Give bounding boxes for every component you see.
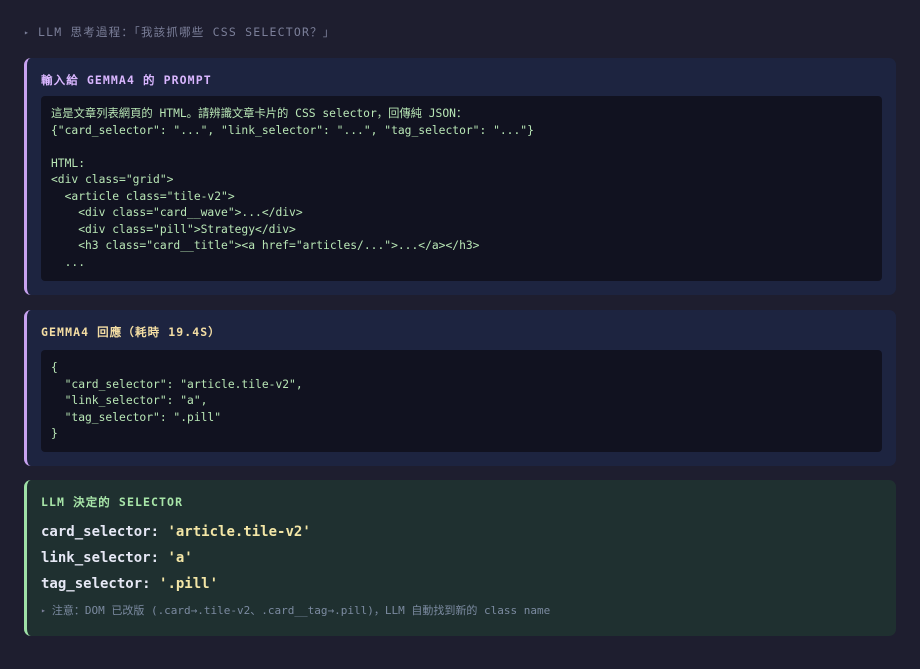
selector-row-card: card_selector: 'article.tile-v2'	[27, 519, 896, 545]
response-panel: GEMMA4 回應（耗時 19.4S） { "card_selector": "…	[24, 310, 896, 466]
prompt-panel: 輸入給 GEMMA4 的 PROMPT 這是文章列表網頁的 HTML。請辨識文章…	[24, 58, 896, 295]
thinking-process-toggle[interactable]: ▸ LLM 思考過程：「我該抓哪些 CSS SELECTOR？」	[24, 24, 335, 40]
triangle-right-icon: ▸	[24, 27, 31, 37]
prompt-code-block: 這是文章列表網頁的 HTML。請辨識文章卡片的 CSS selector，回傳純…	[41, 96, 882, 281]
selector-list: card_selector: 'article.tile-v2' link_se…	[27, 519, 896, 597]
dom-change-note-text: 注意：DOM 已改版 (.card→.tile-v2、.card__tag→.p…	[51, 604, 551, 617]
triangle-right-icon: ▸	[41, 605, 46, 615]
prompt-panel-title: 輸入給 GEMMA4 的 PROMPT	[41, 73, 212, 87]
selector-row-link: link_selector: 'a'	[27, 545, 896, 571]
decision-panel-title: LLM 決定的 SELECTOR	[41, 495, 184, 509]
response-panel-title: GEMMA4 回應（耗時 19.4S）	[41, 325, 221, 339]
selector-key: tag_selector:	[41, 576, 151, 592]
dom-change-note: ▸ 注意：DOM 已改版 (.card→.tile-v2、.card__tag→…	[27, 602, 896, 618]
decision-panel: LLM 決定的 SELECTOR card_selector: 'article…	[24, 480, 896, 636]
thinking-process-title: LLM 思考過程：「我該抓哪些 CSS SELECTOR？」	[38, 25, 336, 39]
selector-value: '.pill'	[159, 576, 219, 592]
selector-key: card_selector:	[41, 524, 160, 540]
selector-value: 'article.tile-v2'	[167, 524, 311, 540]
selector-row-tag: tag_selector: '.pill'	[27, 571, 896, 597]
selector-value: 'a'	[167, 550, 193, 566]
selector-key: link_selector:	[41, 550, 160, 566]
response-code-block: { "card_selector": "article.tile-v2", "l…	[41, 350, 882, 452]
page: ▸ LLM 思考過程：「我該抓哪些 CSS SELECTOR？」 輸入給 GEM…	[0, 0, 920, 669]
